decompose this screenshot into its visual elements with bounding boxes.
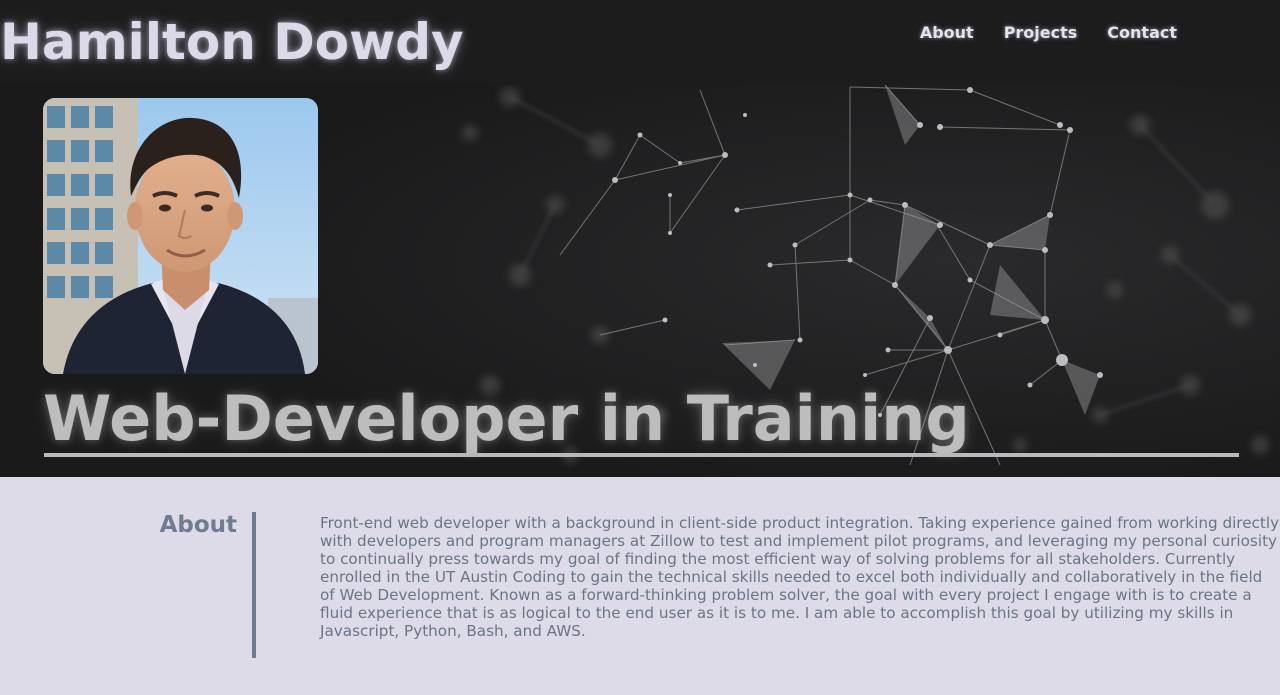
site-title[interactable]: Hamilton Dowdy: [0, 10, 464, 74]
profile-photo: [43, 98, 318, 374]
hero-title: Web-Developer in Training: [43, 382, 970, 455]
nav-link-projects[interactable]: Projects: [989, 22, 1093, 44]
nav-link-contact[interactable]: Contact: [1092, 22, 1192, 44]
about-body-text: Front-end web developer with a backgroun…: [320, 514, 1280, 640]
about-divider: [252, 512, 256, 658]
about-section: About Front-end web developer with a bac…: [0, 477, 1280, 695]
main-nav: About Projects Contact: [905, 22, 1192, 44]
nav-link-about[interactable]: About: [905, 22, 989, 44]
site-header: Hamilton Dowdy About Projects Contact: [0, 0, 1280, 85]
hero-underline: [44, 453, 1239, 457]
about-heading: About: [159, 512, 237, 538]
hero-section: Web-Developer in Training: [0, 85, 1280, 477]
